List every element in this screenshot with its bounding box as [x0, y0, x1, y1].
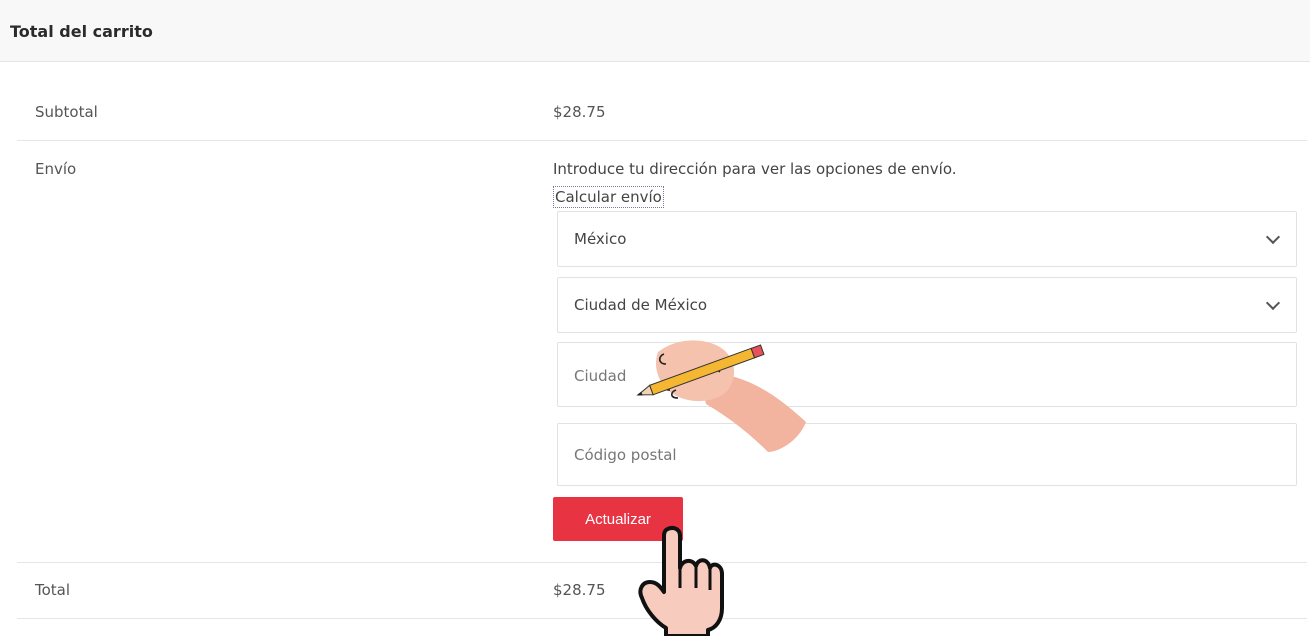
total-value: $28.75	[553, 581, 606, 599]
pencil-writing-hand-icon	[636, 340, 806, 452]
city-input-placeholder: Ciudad	[574, 367, 627, 385]
total-label: Total	[35, 581, 71, 599]
cart-totals-header: Total del carrito	[0, 0, 1310, 62]
subtotal-value: $28.75	[553, 103, 606, 121]
shipping-label: Envío	[35, 160, 77, 178]
chevron-down-icon	[1265, 295, 1281, 311]
subtotal-label: Subtotal	[35, 103, 98, 121]
divider	[17, 140, 1307, 141]
state-select[interactable]: Ciudad de México	[557, 277, 1297, 333]
pointing-hand-cursor-icon	[638, 526, 724, 636]
shipping-note: Introduce tu dirección para ver las opci…	[553, 160, 957, 178]
country-select[interactable]: México	[557, 211, 1297, 267]
cart-totals-title: Total del carrito	[10, 22, 153, 41]
calculate-shipping-link[interactable]: Calcular envío	[553, 186, 664, 208]
state-select-value: Ciudad de México	[574, 296, 708, 314]
country-select-value: México	[574, 230, 627, 248]
chevron-down-icon	[1265, 229, 1281, 245]
